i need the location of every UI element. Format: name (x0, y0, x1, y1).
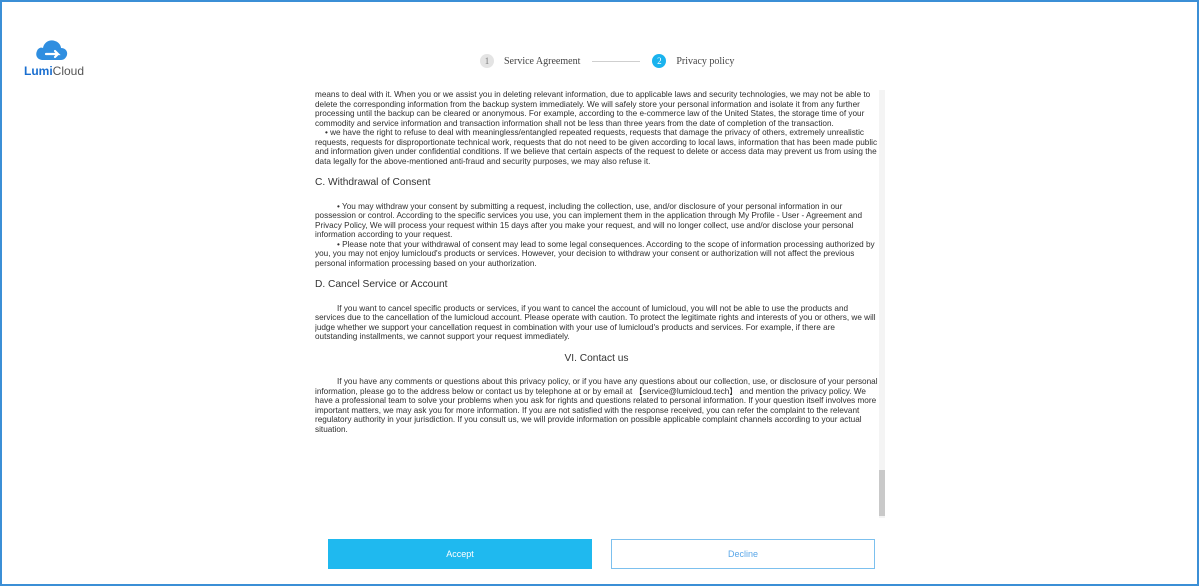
step-2-number: 2 (652, 54, 667, 68)
app-window: LumiCloud 1 Service Agreement 2 Privacy … (0, 0, 1199, 586)
cloud-icon (36, 40, 68, 60)
policy-paragraph: • we have the right to refuse to deal wi… (315, 128, 878, 166)
policy-paragraph: • You may withdraw your consent by submi… (315, 201, 863, 240)
step-1-label: Service Agreement (504, 55, 581, 67)
decline-button[interactable]: Decline (611, 539, 875, 569)
step-2-label: Privacy policy (676, 55, 735, 67)
section-heading-c: C. Withdrawal of Consent (315, 177, 431, 188)
scrollbar-track[interactable] (879, 90, 885, 518)
policy-paragraph: • Please note that your withdrawal of co… (315, 239, 875, 268)
step-connector (592, 60, 641, 62)
step-1-number: 1 (480, 54, 494, 68)
policy-text: means to deal with it. When you or we as… (315, 90, 878, 434)
logo: LumiCloud (24, 38, 94, 78)
brand-name: LumiCloud (24, 64, 85, 78)
policy-paragraph: If you want to cancel specific products … (315, 303, 876, 342)
policy-paragraph: means to deal with it. When you or we as… (315, 90, 871, 128)
stepper: 1 Service Agreement 2 Privacy policy (480, 54, 734, 68)
accept-button[interactable]: Accept (328, 539, 592, 569)
policy-scroll-area[interactable]: means to deal with it. When you or we as… (315, 90, 885, 518)
policy-paragraph: If you have any comments or questions ab… (315, 377, 878, 434)
scrollbar-thumb[interactable] (879, 470, 885, 516)
section-heading-contact: VI. Contact us (564, 352, 629, 364)
section-heading-d: D. Cancel Service or Account (315, 279, 448, 290)
